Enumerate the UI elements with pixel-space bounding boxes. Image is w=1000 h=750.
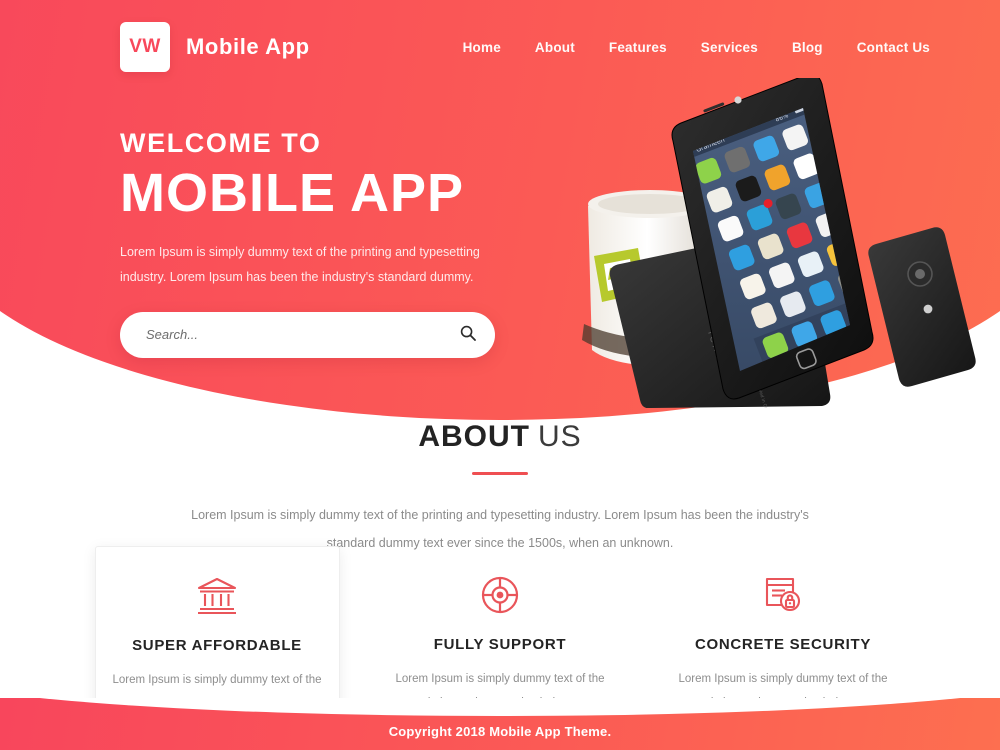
- heading-underline-accent: [472, 472, 528, 475]
- hero-search-form: [120, 311, 495, 358]
- search-input[interactable]: [146, 327, 449, 343]
- nav-item-home[interactable]: Home: [463, 40, 501, 55]
- document-lock-icon: [677, 572, 890, 618]
- about-heading: ABOUT US: [0, 420, 1000, 454]
- nav-item-blog[interactable]: Blog: [792, 40, 823, 55]
- site-footer: Copyright 2018 Mobile App Theme.: [0, 698, 1000, 750]
- footer-curve-decoration: [0, 698, 1000, 716]
- about-heading-light: US: [537, 420, 582, 453]
- hero-product-image: FC X C€ ⊖ Designed by Apple in Californi…: [560, 73, 980, 417]
- logo-text: Mobile App: [186, 34, 310, 59]
- main-navigation: Home About Features Services Blog Contac…: [463, 40, 930, 55]
- hero-eyebrow: WELCOME TO: [120, 128, 322, 158]
- hero-title: MOBILE APP: [120, 163, 465, 223]
- search-icon: [460, 325, 476, 344]
- about-heading-bold: ABOUT: [418, 420, 530, 453]
- logo-mark: VW: [120, 22, 170, 72]
- feature-title: SUPER AFFORDABLE: [132, 637, 302, 654]
- lifebuoy-icon: [394, 572, 607, 618]
- hero-paragraph: Lorem Ipsum is simply dummy text of the …: [120, 244, 480, 284]
- nav-item-features[interactable]: Features: [609, 40, 667, 55]
- landing-page: FC X C€ ⊖ Designed by Apple in Californi…: [0, 0, 1000, 750]
- hero-content: WELCOME TO MOBILE APP Lorem Ipsum is sim…: [120, 130, 520, 358]
- feature-title: FULLY SUPPORT: [433, 636, 567, 653]
- nav-item-contact-us[interactable]: Contact Us: [857, 40, 930, 55]
- logo-mark-text: VW: [129, 36, 161, 57]
- search-button[interactable]: [449, 312, 495, 358]
- hero-section: FC X C€ ⊖ Designed by Apple in Californi…: [0, 0, 1000, 420]
- bank-icon: [112, 573, 323, 619]
- site-header: VW Mobile App Home About Features Servic…: [0, 0, 1000, 94]
- nav-item-services[interactable]: Services: [701, 40, 758, 55]
- about-section: ABOUT US Lorem Ipsum is simply dummy text…: [0, 420, 1000, 557]
- copyright-text: Copyright 2018 Mobile App Theme.: [388, 724, 612, 739]
- nav-item-about[interactable]: About: [535, 40, 575, 55]
- brand-logo[interactable]: VW Mobile App: [120, 22, 310, 72]
- feature-title: CONCRETE SECURITY: [694, 636, 872, 653]
